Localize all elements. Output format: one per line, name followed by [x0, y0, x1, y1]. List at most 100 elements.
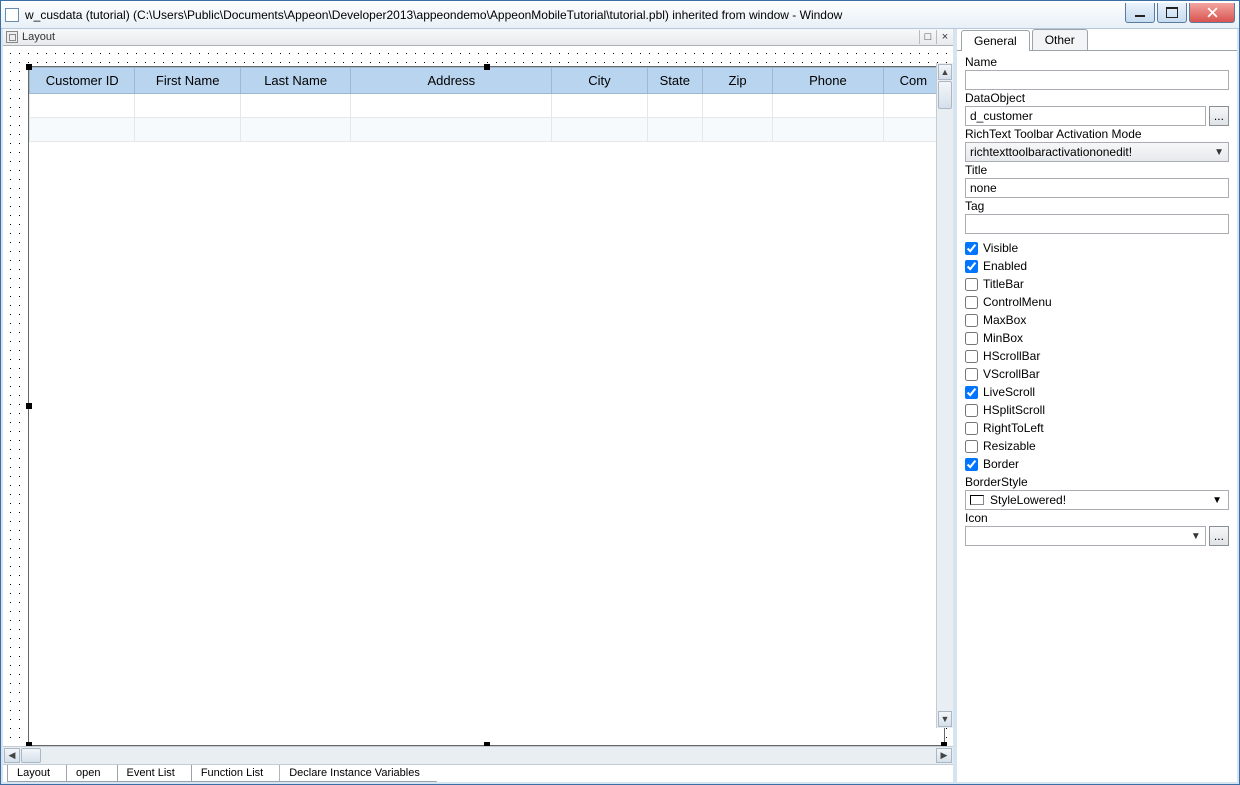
column-header[interactable]: First Name — [135, 68, 240, 94]
hscroll-track[interactable] — [42, 747, 935, 764]
title-input[interactable] — [965, 178, 1229, 198]
checkbox-titlebar[interactable]: TitleBar — [965, 275, 1229, 293]
checkbox-input[interactable] — [965, 440, 978, 453]
checkbox-input[interactable] — [965, 350, 978, 363]
column-header[interactable]: Com — [883, 68, 943, 94]
horizontal-scrollbar[interactable]: ◀ ▶ — [3, 746, 953, 764]
border-preview-icon — [970, 495, 984, 505]
scroll-up-button[interactable]: ▲ — [938, 64, 952, 80]
column-header[interactable]: State — [647, 68, 702, 94]
dataobject-label: DataObject — [965, 91, 1229, 105]
app-window: w_cusdata (tutorial) (C:\Users\Public\Do… — [0, 0, 1240, 785]
rtmode-value: richtexttoolbaractivationonedit! — [970, 145, 1132, 159]
titlebar[interactable]: w_cusdata (tutorial) (C:\Users\Public\Do… — [1, 1, 1239, 29]
rtmode-label: RichText Toolbar Activation Mode — [965, 127, 1229, 141]
view-tab[interactable]: Function List — [191, 765, 280, 782]
checkbox-input[interactable] — [965, 278, 978, 291]
checkbox-livescroll[interactable]: LiveScroll — [965, 383, 1229, 401]
checkbox-enabled[interactable]: Enabled — [965, 257, 1229, 275]
dataobject-input[interactable] — [965, 106, 1206, 126]
hscroll-thumb[interactable] — [21, 748, 41, 763]
titlebar-buttons — [1125, 3, 1235, 23]
checkbox-input[interactable] — [965, 296, 978, 309]
checkbox-label: TitleBar — [983, 277, 1024, 291]
tab-general[interactable]: General — [961, 30, 1030, 51]
tab-other[interactable]: Other — [1032, 29, 1088, 50]
view-tab[interactable]: Event List — [117, 765, 192, 782]
checkbox-minbox[interactable]: MinBox — [965, 329, 1229, 347]
view-tab[interactable]: Declare Instance Variables — [279, 765, 437, 782]
window-title: w_cusdata (tutorial) (C:\Users\Public\Do… — [25, 8, 1125, 22]
checkbox-hscrollbar[interactable]: HScrollBar — [965, 347, 1229, 365]
name-input[interactable] — [965, 70, 1229, 90]
resize-handle[interactable] — [26, 403, 32, 409]
checkbox-maxbox[interactable]: MaxBox — [965, 311, 1229, 329]
resize-handle[interactable] — [484, 64, 490, 70]
vertical-scrollbar[interactable]: ▲ ▼ — [936, 63, 953, 728]
layout-panel-title: Layout — [22, 31, 55, 43]
checkbox-controlmenu[interactable]: ControlMenu — [965, 293, 1229, 311]
borderstyle-combo[interactable]: StyleLowered! ▼ — [965, 490, 1229, 510]
minimize-button[interactable] — [1125, 3, 1155, 23]
table-row[interactable] — [30, 94, 944, 118]
checkbox-label: VScrollBar — [983, 367, 1040, 381]
chevron-down-icon: ▼ — [1191, 531, 1201, 542]
maximize-button[interactable] — [1157, 3, 1187, 23]
checkbox-label: MaxBox — [983, 313, 1026, 327]
checkbox-label: Border — [983, 457, 1019, 471]
dataobject-browse-button[interactable]: ... — [1209, 106, 1229, 126]
checkbox-label: Enabled — [983, 259, 1027, 273]
checkbox-label: HSplitScroll — [983, 403, 1045, 417]
checkbox-border[interactable]: Border — [965, 455, 1229, 473]
layout-maximize-button[interactable]: □ — [919, 30, 936, 44]
view-tabs: LayoutopenEvent ListFunction ListDeclare… — [3, 764, 953, 782]
layout-close-button[interactable]: × — [936, 30, 953, 44]
checkbox-input[interactable] — [965, 242, 978, 255]
properties-body: Name DataObject ... RichText Toolbar Act… — [957, 51, 1237, 782]
properties-tabs: General Other — [957, 29, 1237, 51]
design-canvas[interactable]: Customer IDFirst NameLast NameAddressCit… — [3, 46, 953, 746]
icon-combo[interactable]: ▼ — [965, 526, 1206, 546]
column-header[interactable]: Last Name — [240, 68, 350, 94]
column-header[interactable]: Address — [351, 68, 552, 94]
checkbox-vscrollbar[interactable]: VScrollBar — [965, 365, 1229, 383]
scroll-down-button[interactable]: ▼ — [938, 711, 952, 727]
checkbox-input[interactable] — [965, 458, 978, 471]
layout-panel-header[interactable]: Layout □ × — [3, 29, 953, 46]
scroll-right-button[interactable]: ▶ — [936, 748, 952, 763]
checkbox-label: ControlMenu — [983, 295, 1052, 309]
resize-handle[interactable] — [26, 64, 32, 70]
table-row[interactable] — [30, 118, 944, 142]
checkbox-resizable[interactable]: Resizable — [965, 437, 1229, 455]
checkbox-visible[interactable]: Visible — [965, 239, 1229, 257]
scroll-left-button[interactable]: ◀ — [4, 748, 20, 763]
column-header[interactable]: Zip — [702, 68, 772, 94]
checkbox-input[interactable] — [965, 368, 978, 381]
icon-label: Icon — [965, 511, 1229, 525]
checkbox-label: Resizable — [983, 439, 1036, 453]
checkbox-input[interactable] — [965, 314, 978, 327]
checkbox-input[interactable] — [965, 386, 978, 399]
column-header[interactable]: City — [552, 68, 647, 94]
view-tab[interactable]: open — [66, 765, 117, 782]
checkbox-label: RightToLeft — [983, 421, 1044, 435]
column-header[interactable]: Phone — [773, 68, 883, 94]
checkbox-input[interactable] — [965, 332, 978, 345]
datawindow-grid: Customer IDFirst NameLast NameAddressCit… — [29, 67, 944, 142]
view-tab[interactable]: Layout — [7, 765, 67, 782]
checkbox-input[interactable] — [965, 260, 978, 273]
checkbox-input[interactable] — [965, 404, 978, 417]
tag-input[interactable] — [965, 214, 1229, 234]
title-label: Title — [965, 163, 1229, 177]
checkbox-hsplitscroll[interactable]: HSplitScroll — [965, 401, 1229, 419]
checkbox-righttoleft[interactable]: RightToLeft — [965, 419, 1229, 437]
icon-browse-button[interactable]: ... — [1209, 526, 1229, 546]
checkbox-label: Visible — [983, 241, 1018, 255]
datawindow-control[interactable]: Customer IDFirst NameLast NameAddressCit… — [28, 66, 945, 746]
chevron-down-icon: ▼ — [1212, 495, 1222, 506]
checkbox-input[interactable] — [965, 422, 978, 435]
scroll-thumb[interactable] — [938, 81, 952, 109]
column-header[interactable]: Customer ID — [30, 68, 135, 94]
rtmode-combo[interactable]: richtexttoolbaractivationonedit! ▼ — [965, 142, 1229, 162]
close-button[interactable] — [1189, 3, 1235, 23]
